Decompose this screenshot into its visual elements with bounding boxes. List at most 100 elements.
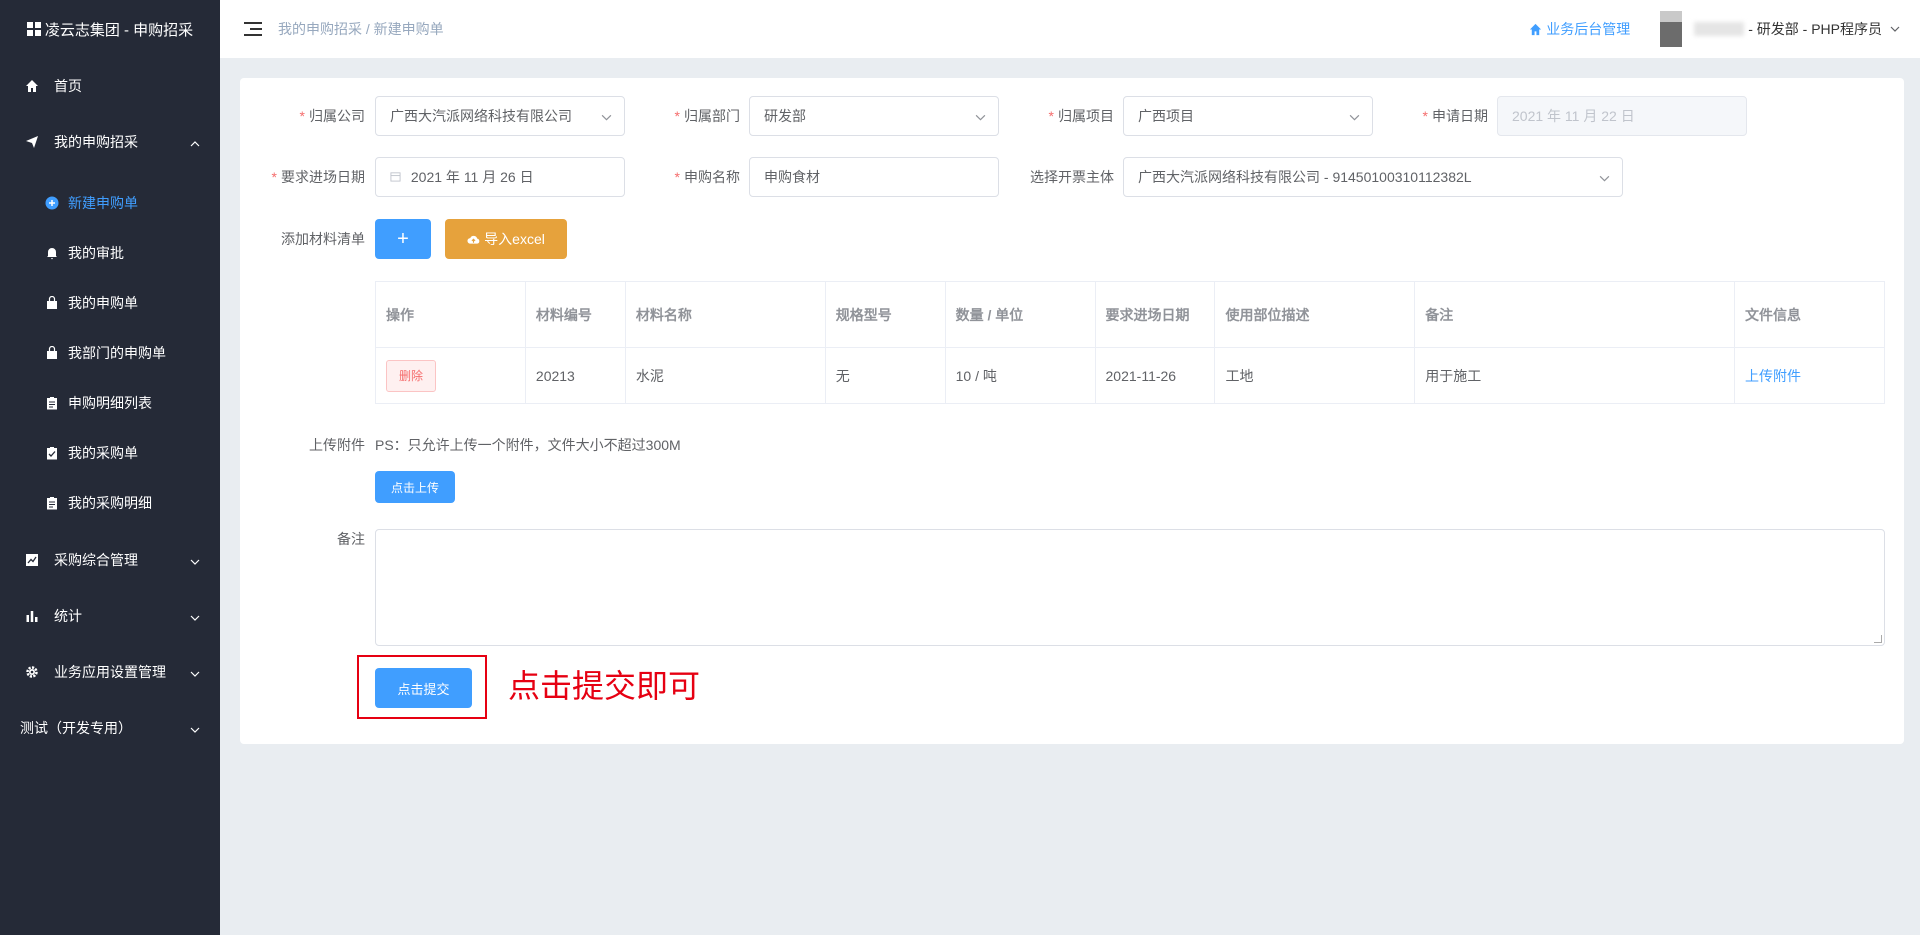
project-label: * 归属项目 xyxy=(1048,108,1114,124)
cell-location: 工地 xyxy=(1214,347,1416,404)
bell-icon xyxy=(44,245,60,261)
clipboard-check-icon xyxy=(44,445,60,461)
home-icon xyxy=(24,78,40,94)
home-icon xyxy=(1529,23,1542,36)
avatar[interactable] xyxy=(1660,11,1683,47)
cell-code: 20213 xyxy=(524,347,626,404)
form-card: * 归属公司 广西大汽派网络科技有限公司 * 归属部门 研发部 * 归属项目 广西项目… xyxy=(240,78,1904,744)
sidebar-item-home[interactable]: 首页 xyxy=(0,58,220,114)
chevron-down-icon xyxy=(1349,97,1360,135)
sidebar-item-label: 统计 xyxy=(54,608,82,624)
upload-attachment-link[interactable]: 上传附件 xyxy=(1745,368,1801,384)
sidebar-item-procurement-mgmt[interactable]: 采购综合管理 xyxy=(0,532,220,588)
plus-circle-icon xyxy=(44,195,60,211)
bag-icon xyxy=(44,345,60,361)
sidebar-item-label: 业务应用设置管理 xyxy=(54,664,166,680)
col-header: 操作 xyxy=(375,281,526,348)
brand[interactable]: 凌云志集团 - 申购招采 xyxy=(0,0,220,58)
sidebar-item-label: 申购明细列表 xyxy=(68,395,152,411)
materials-table: 操作 材料编号 材料名称 规格型号 数量 / 单位 要求进场日期 使用部位描述 … xyxy=(375,281,1885,404)
invoice-select[interactable]: 广西大汽派网络科技有限公司 - 91450100310112382L xyxy=(1123,157,1623,197)
import-excel-label: 导入excel xyxy=(484,231,545,247)
clipboard-icon xyxy=(44,395,60,411)
col-header: 材料编号 xyxy=(524,281,626,348)
col-header: 材料名称 xyxy=(624,281,826,348)
sidebar-item-dept-requests[interactable]: 我部门的申购单 xyxy=(0,328,220,378)
sidebar-item-purchase-details[interactable]: 我的采购明细 xyxy=(0,478,220,528)
cell-file: 上传附件 xyxy=(1734,347,1885,404)
table-row: 删除 20213 水泥 无 10 / 吨 2021-11-26 工地 用于施工 … xyxy=(375,347,1885,404)
cloud-upload-icon xyxy=(467,234,480,245)
grid-logo-icon xyxy=(26,22,41,36)
entry-date-value: 2021 年 11 月 26 日 xyxy=(410,169,534,185)
dept-select[interactable]: 研发部 xyxy=(749,96,999,136)
top-header: 我的申购招采 / 新建申购单 业务后台管理 - 研发部 - PHP程序员 xyxy=(220,0,1920,58)
calendar-icon xyxy=(390,158,401,196)
resize-handle-icon[interactable] xyxy=(1874,635,1882,643)
remark-textarea[interactable] xyxy=(375,529,1885,646)
back-office-label: 业务后台管理 xyxy=(1546,21,1631,37)
delete-button[interactable]: 删除 xyxy=(386,359,437,392)
company-label: * 归属公司 xyxy=(299,108,365,124)
blurred-username xyxy=(1694,22,1745,36)
clipboard-icon xyxy=(44,495,60,511)
sidebar-item-label: 我部门的申购单 xyxy=(68,345,166,361)
sidebar-item-label: 我的申购单 xyxy=(68,295,138,311)
sidebar-item-label: 我的采购单 xyxy=(68,445,138,461)
add-material-label: + xyxy=(397,227,409,250)
breadcrumb-parent[interactable]: 我的申购招采 xyxy=(278,21,362,37)
sidebar-item-new-request[interactable]: 新建申购单 xyxy=(0,178,220,228)
col-header: 要求进场日期 xyxy=(1094,281,1216,348)
chevron-up-icon xyxy=(190,134,200,150)
import-excel-button[interactable]: 导入excel xyxy=(445,219,567,259)
gear-icon xyxy=(24,664,40,680)
entry-date-picker[interactable]: 2021 年 11 月 26 日 xyxy=(375,157,625,197)
invoice-value: 广西大汽派网络科技有限公司 - 91450100310112382L xyxy=(1138,169,1472,185)
chevron-down-icon xyxy=(190,608,200,624)
apply-date-value: 2021 年 11 月 22 日 xyxy=(1512,108,1635,124)
sidebar-item-test[interactable]: 测试（开发专用） xyxy=(0,700,220,756)
dept-label: * 归属部门 xyxy=(674,108,740,124)
sidebar-item-my-purchases[interactable]: 我的采购单 xyxy=(0,428,220,478)
col-header: 规格型号 xyxy=(824,281,946,348)
project-select[interactable]: 广西项目 xyxy=(1123,96,1373,136)
bar-chart-icon xyxy=(24,608,40,624)
chart-line-icon xyxy=(24,552,40,568)
col-header: 数量 / 单位 xyxy=(944,281,1096,348)
invoice-label: 选择开票主体 xyxy=(1030,169,1114,185)
sidebar-item-my-requests[interactable]: 我的申购单 xyxy=(0,278,220,328)
sidebar-item-app-settings[interactable]: 业务应用设置管理 xyxy=(0,644,220,700)
back-office-link[interactable]: 业务后台管理 xyxy=(1529,19,1630,39)
sidebar-item-label: 我的采购明细 xyxy=(68,495,152,511)
sidebar-item-label: 我的申购招采 xyxy=(54,134,138,150)
cell-qty: 10 / 吨 xyxy=(944,347,1096,404)
company-select[interactable]: 广西大汽派网络科技有限公司 xyxy=(375,96,625,136)
company-value: 广西大汽派网络科技有限公司 xyxy=(390,108,572,124)
upload-button[interactable]: 点击上传 xyxy=(375,471,455,503)
sidebar-item-label: 首页 xyxy=(54,78,82,94)
submit-button[interactable]: 点击提交 xyxy=(375,668,472,708)
user-info-label: - 研发部 - PHP程序员 xyxy=(1748,21,1882,37)
caret-down-icon xyxy=(1890,26,1900,32)
breadcrumb: 我的申购招采 / 新建申购单 xyxy=(278,19,444,39)
header-right: 业务后台管理 - 研发部 - PHP程序员 xyxy=(1529,0,1900,58)
project-value: 广西项目 xyxy=(1138,108,1194,124)
remark-label: 备注 xyxy=(337,531,365,547)
sidebar-item-my-procurement[interactable]: 我的申购招采 xyxy=(0,114,220,170)
purchase-name-input[interactable]: 申购食材 xyxy=(749,157,999,197)
chevron-down-icon xyxy=(190,552,200,568)
sidebar-item-label: 新建申购单 xyxy=(68,195,138,211)
user-menu[interactable]: - 研发部 - PHP程序员 xyxy=(1694,19,1900,39)
dept-value: 研发部 xyxy=(764,108,806,124)
sidebar-item-request-details[interactable]: 申购明细列表 xyxy=(0,378,220,428)
sidebar-item-my-approval[interactable]: 我的审批 xyxy=(0,228,220,278)
chevron-down-icon xyxy=(975,97,986,135)
bag-icon xyxy=(44,295,60,311)
cell-date: 2021-11-26 xyxy=(1094,347,1216,404)
sidebar-item-stats[interactable]: 统计 xyxy=(0,588,220,644)
menu-toggle-icon[interactable] xyxy=(244,19,264,39)
apply-date-input: 2021 年 11 月 22 日 xyxy=(1497,96,1747,136)
sidebar-item-label: 采购综合管理 xyxy=(54,552,138,568)
send-icon xyxy=(24,134,40,150)
add-material-button[interactable]: + xyxy=(375,219,431,259)
